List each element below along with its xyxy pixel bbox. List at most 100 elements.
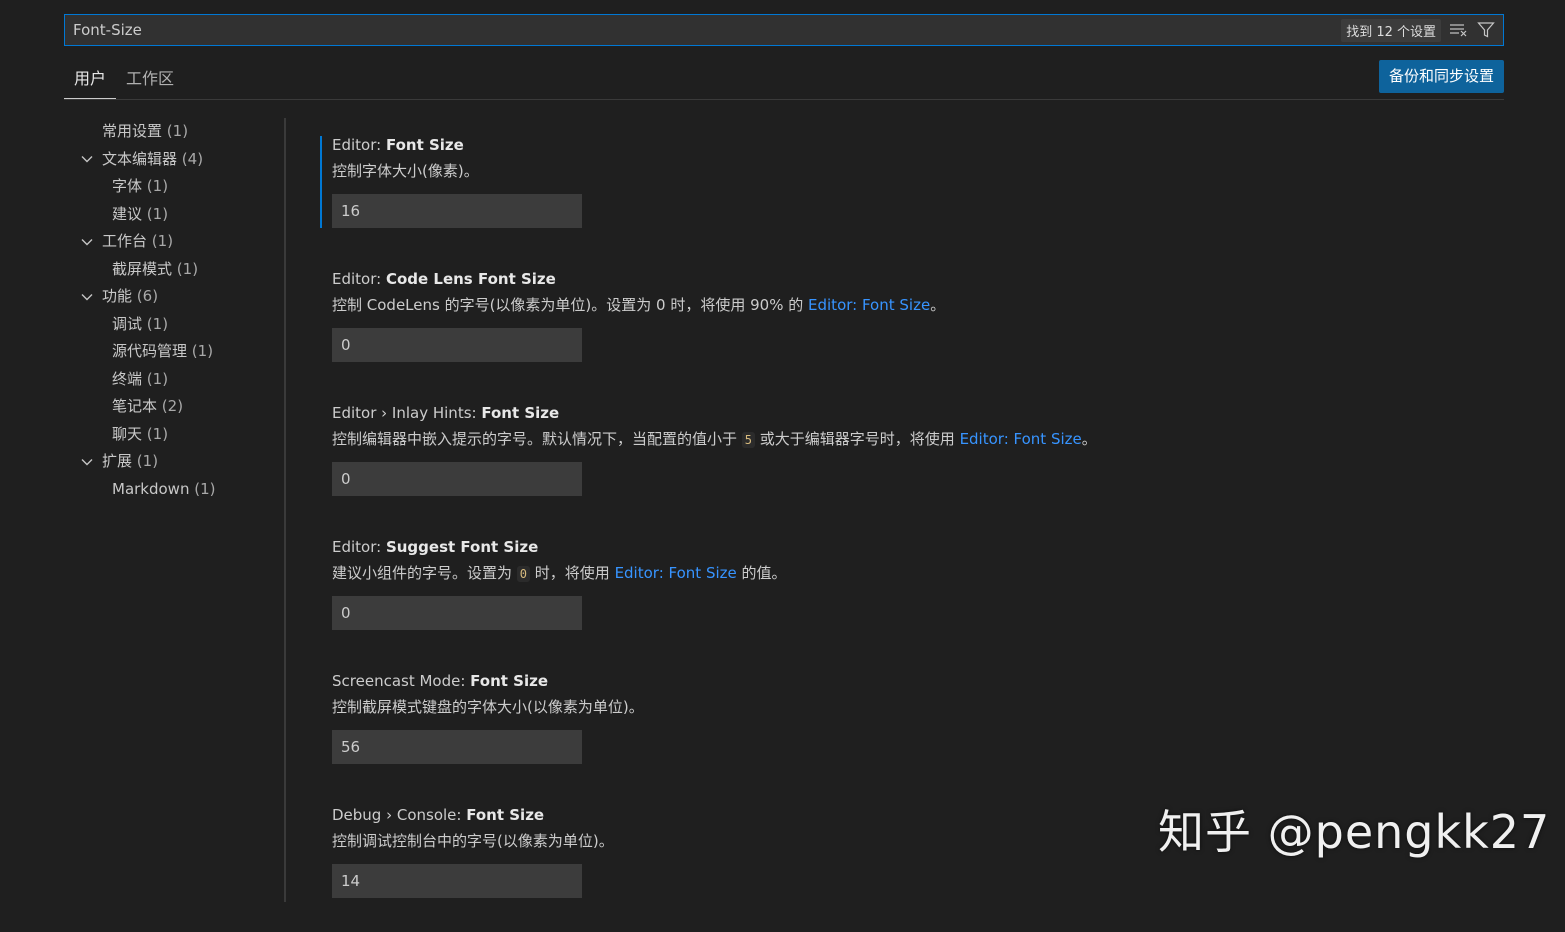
chevron-down-icon[interactable] xyxy=(80,146,96,173)
toc-item-label: 文本编辑器 xyxy=(102,149,178,168)
toc-item-label: 笔记本 xyxy=(112,397,158,415)
toc-item-label: 截屏模式 xyxy=(112,259,173,278)
chevron-down-icon[interactable] xyxy=(80,228,96,255)
setting-item: Screencast Mode: Font Size 控制截屏模式键盘的字体大小(… xyxy=(320,664,1520,798)
toc-item[interactable]: 终端 (1) xyxy=(78,366,278,394)
toc-item[interactable]: 扩展 (1) xyxy=(78,448,278,476)
description-text: 。 xyxy=(930,296,946,314)
setting-key: Suggest Font Size xyxy=(385,538,539,556)
setting-value-input[interactable]: 0 xyxy=(332,328,582,362)
setting-category: Editor: xyxy=(332,136,386,154)
tab-user[interactable]: 用户 xyxy=(64,60,117,100)
setting-category: Editor: xyxy=(332,538,386,556)
description-text: 建议小组件的字号。设置为 xyxy=(332,564,517,582)
toc-item-label: 功能 xyxy=(102,287,133,305)
chevron-down-icon[interactable] xyxy=(80,283,96,310)
toc-item-count: (1) xyxy=(146,177,169,195)
toc-item[interactable]: 调试 (1) xyxy=(78,311,278,339)
toc-item-count: (1) xyxy=(136,452,159,470)
backup-sync-button[interactable]: 备份和同步设置 xyxy=(1379,60,1504,93)
setting-category: Editor: xyxy=(332,270,386,288)
setting-item: Editor › Inlay Hints: Font Size 控制编辑器中嵌入提… xyxy=(320,396,1520,530)
setting-value-input[interactable]: 16 xyxy=(332,194,582,228)
description-text: 时，将使用 xyxy=(530,564,615,582)
settings-toc: 常用设置 (1) 文本编辑器 (4) 字体 (1) 建议 (1) 工作台 (1) 截屏模式… xyxy=(78,118,278,503)
toc-item-count: (1) xyxy=(146,204,169,223)
setting-title: Editor: Font Size xyxy=(332,128,1520,160)
toc-item-label: 终端 xyxy=(112,369,143,388)
watermark: 知乎 @pengkk27 xyxy=(1158,805,1551,859)
clear-filter-icon[interactable] xyxy=(1447,19,1469,41)
chevron-down-icon[interactable] xyxy=(80,448,96,475)
setting-category: Debug › Console: xyxy=(332,806,467,824)
setting-description: 建议小组件的字号。设置为 0 时，将使用 Editor: Font Size 的… xyxy=(332,562,1520,590)
search-actions: 找到 12 个设置 xyxy=(1341,15,1497,45)
description-text: 控制截屏模式键盘的字体大小(以像素为单位)。 xyxy=(332,698,644,716)
toc-item-count: (1) xyxy=(191,342,214,360)
setting-category: Editor › Inlay Hints: xyxy=(332,404,482,422)
setting-key: Font Size xyxy=(481,404,560,422)
description-text: 。 xyxy=(1081,430,1097,448)
description-text: 的值。 xyxy=(736,564,787,582)
setting-value-input[interactable]: 0 xyxy=(332,462,582,496)
setting-description: 控制编辑器中嵌入提示的字号。默认情况下，当配置的值小于 5 或大于编辑器字号时，… xyxy=(332,428,1520,456)
toc-item-label: 字体 xyxy=(112,177,143,195)
toc-item-label: 建议 xyxy=(112,204,143,223)
toc-item-count: (1) xyxy=(146,314,169,333)
tabs-divider xyxy=(64,99,1504,100)
setting-value-input[interactable]: 14 xyxy=(332,864,582,898)
toc-item-count: (4) xyxy=(181,149,204,168)
toc-item[interactable]: 聊天 (1) xyxy=(78,421,278,449)
toc-item[interactable]: 源代码管理 (1) xyxy=(78,338,278,366)
toc-item-count: (1) xyxy=(176,259,199,278)
setting-description: 控制截屏模式键盘的字体大小(以像素为单位)。 xyxy=(332,696,1520,724)
setting-link[interactable]: Editor: Font Size xyxy=(808,296,930,314)
setting-link[interactable]: Editor: Font Size xyxy=(960,430,1082,448)
toc-item-count: (1) xyxy=(166,122,189,140)
inline-code: 5 xyxy=(741,432,756,448)
setting-key: Code Lens Font Size xyxy=(385,270,556,288)
toc-item[interactable]: 截屏模式 (1) xyxy=(78,256,278,284)
toc-item-label: 扩展 xyxy=(102,452,133,470)
setting-key: Font Size xyxy=(466,806,545,824)
toc-item-count: (2) xyxy=(161,397,184,415)
toc-item[interactable]: 笔记本 (2) xyxy=(78,393,278,421)
toc-item[interactable]: 字体 (1) xyxy=(78,173,278,201)
toc-item[interactable]: 建议 (1) xyxy=(78,201,278,229)
toc-item[interactable]: 文本编辑器 (4) xyxy=(78,146,278,174)
toc-item-count: (1) xyxy=(146,369,169,388)
setting-value-input[interactable]: 0 xyxy=(332,596,582,630)
toc-item-count: (6) xyxy=(136,287,159,305)
settings-scope-tabs: 用户 工作区 xyxy=(64,60,184,100)
filter-icon[interactable] xyxy=(1475,19,1497,41)
toc-item-count: (1) xyxy=(194,479,216,498)
inline-code: 0 xyxy=(516,566,531,582)
toc-item[interactable]: 功能 (6) xyxy=(78,283,278,311)
toc-item[interactable]: Markdown (1) xyxy=(78,476,278,504)
settings-search-input[interactable]: Font-Size xyxy=(73,15,1273,45)
toc-item[interactable]: 工作台 (1) xyxy=(78,228,278,256)
setting-item: Editor: Font Size 控制字体大小(像素)。 16 xyxy=(320,128,1520,262)
setting-value-input[interactable]: 56 xyxy=(332,730,582,764)
setting-link[interactable]: Editor: Font Size xyxy=(615,564,737,582)
description-text: 控制编辑器中嵌入提示的字号。默认情况下，当配置的值小于 xyxy=(332,430,742,448)
settings-search-box[interactable]: Font-Size 找到 12 个设置 xyxy=(64,14,1504,46)
description-text: 控制调试控制台中的字号(以像素为单位)。 xyxy=(332,832,614,850)
toc-divider[interactable] xyxy=(284,118,286,902)
toc-item-label: 常用设置 xyxy=(102,122,163,140)
setting-item: Editor: Code Lens Font Size 控制 CodeLens 的… xyxy=(320,262,1520,396)
setting-title: Screencast Mode: Font Size xyxy=(332,664,1520,696)
toc-item-count: (1) xyxy=(146,424,169,443)
toc-item-label: 调试 xyxy=(112,314,143,333)
description-text: 控制 CodeLens 的字号(以像素为单位)。设置为 0 时，将使用 90% … xyxy=(332,296,809,314)
tab-workspace[interactable]: 工作区 xyxy=(116,60,184,100)
setting-item: Editor: Suggest Font Size 建议小组件的字号。设置为 0 … xyxy=(320,530,1520,664)
setting-description: 控制 CodeLens 的字号(以像素为单位)。设置为 0 时，将使用 90% … xyxy=(332,294,1520,322)
setting-key: Font Size xyxy=(470,672,549,690)
description-text: 控制字体大小(像素)。 xyxy=(332,162,479,180)
toc-item-count: (1) xyxy=(151,232,174,250)
toc-item[interactable]: 常用设置 (1) xyxy=(78,118,278,146)
toc-item-label: 源代码管理 xyxy=(112,342,188,360)
setting-title: Editor: Suggest Font Size xyxy=(332,530,1520,562)
setting-title: Editor: Code Lens Font Size xyxy=(332,262,1520,294)
